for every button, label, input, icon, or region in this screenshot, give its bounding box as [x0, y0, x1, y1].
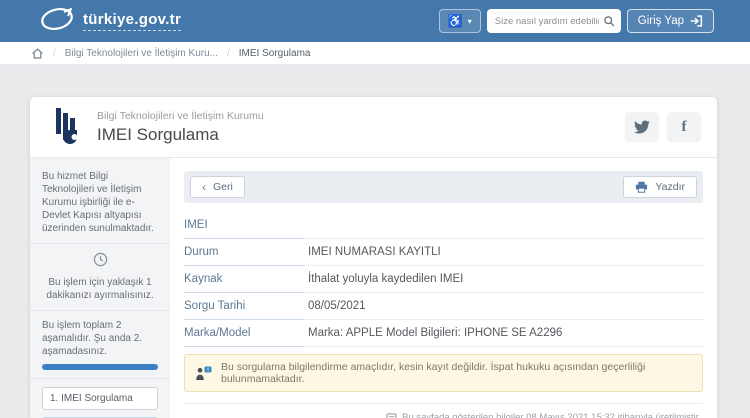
chevron-down-icon: ▾ — [467, 16, 472, 26]
breadcrumb-separator: / — [227, 47, 230, 59]
twitter-icon — [634, 120, 650, 134]
btk-agency-logo — [54, 104, 84, 151]
row-value: 08/05/2021 — [304, 293, 703, 320]
row-value: İthalat yoluyla kaydedilen IMEI — [304, 266, 703, 293]
table-row: IMEI — [184, 212, 703, 239]
document-icon — [386, 412, 397, 418]
row-value: IMEI NUMARASI KAYITLI — [304, 239, 703, 266]
breadcrumb-separator: / — [53, 47, 56, 59]
table-row: Marka/Model Marka: APPLE Model Bilgileri… — [184, 320, 703, 347]
step-1-imei-sorgulama[interactable]: 1. IMEI Sorgulama — [42, 387, 158, 410]
svg-text:!: ! — [207, 367, 209, 373]
search-icon[interactable] — [603, 15, 615, 27]
accessibility-menu-button[interactable]: ♿ ▾ — [438, 9, 481, 33]
row-label: Marka/Model — [184, 320, 304, 347]
row-label: Sorgu Tarihi — [184, 293, 304, 320]
login-button[interactable]: Giriş Yap — [626, 9, 714, 33]
print-button-label: Yazdır — [655, 181, 685, 193]
service-card-header: Bilgi Teknolojileri ve İletişim Kurumu I… — [30, 97, 717, 158]
duration-info-text: Bu işlem için yaklaşık 1 dakikanızı ayır… — [46, 277, 154, 301]
clock-icon — [93, 252, 108, 267]
login-arrow-icon — [690, 15, 703, 27]
row-label: IMEI — [184, 212, 304, 239]
sidebar-divider — [30, 378, 170, 379]
search-input[interactable] — [494, 15, 599, 27]
sidebar-divider — [30, 243, 170, 244]
share-twitter-button[interactable] — [625, 112, 659, 142]
table-row: Durum IMEI NUMARASI KAYITLI — [184, 239, 703, 266]
row-value: Marka: APPLE Model Bilgileri: IPHONE SE … — [304, 320, 703, 347]
share-facebook-button[interactable]: f — [667, 112, 701, 142]
home-icon[interactable] — [31, 47, 44, 60]
steps-info-text: Bu işlem toplam 2 aşamalıdır. Şu anda 2.… — [42, 320, 143, 357]
breadcrumb-current: IMEI Sorgulama — [238, 47, 311, 59]
turkiye-gov-logo[interactable]: türkiye.gov.tr — [40, 6, 182, 37]
facebook-icon: f — [681, 118, 687, 135]
service-sidebar: Bu hizmet Bilgi Teknolojileri ve İletişi… — [30, 158, 170, 418]
disclaimer-notice: ! Bu sorgulama bilgilendirme amaçlıdır, … — [184, 354, 703, 392]
disclaimer-text: Bu sorgulama bilgilendirme amaçlıdır, ke… — [221, 361, 646, 385]
help-search-box — [486, 9, 621, 33]
page-title: IMEI Sorgulama — [97, 124, 219, 144]
row-label: Kaynak — [184, 266, 304, 293]
top-header: türkiye.gov.tr ♿ ▾ Giriş Yap — [0, 0, 750, 42]
table-row: Sorgu Tarihi 08/05/2021 — [184, 293, 703, 320]
service-card: Bilgi Teknolojileri ve İletişim Kurumu I… — [30, 97, 717, 418]
back-button-label: Geri — [213, 181, 233, 193]
progress-bar — [42, 364, 158, 370]
table-row: Kaynak İthalat yoluyla kaydedilen IMEI — [184, 266, 703, 293]
chevron-left-icon: ‹ — [202, 180, 206, 194]
person-alert-icon: ! — [195, 366, 212, 381]
service-info-text: Bu hizmet Bilgi Teknolojileri ve İletişi… — [42, 171, 154, 234]
result-panel: ‹ Geri Yazdır IMEI Durum IMEI NUMARASI K… — [170, 158, 717, 418]
generated-info: Bu sayfada gösterilen bilgiler 08 Mayıs … — [184, 403, 703, 418]
agency-name: Bilgi Teknolojileri ve İletişim Kurumu — [97, 109, 264, 122]
progress-bar-fill — [42, 364, 158, 370]
result-toolbar: ‹ Geri Yazdır — [184, 171, 703, 203]
row-label: Durum — [184, 239, 304, 266]
printer-icon — [635, 181, 648, 193]
breadcrumb: / Bilgi Teknolojileri ve İletişim Kuru..… — [0, 42, 750, 65]
back-button[interactable]: ‹ Geri — [190, 176, 245, 198]
generated-info-text: Bu sayfada gösterilen bilgiler 08 Mayıs … — [402, 412, 701, 418]
sidebar-divider — [30, 310, 170, 311]
edevlet-swoosh-icon — [40, 6, 76, 37]
breadcrumb-parent-link[interactable]: Bilgi Teknolojileri ve İletişim Kuru... — [65, 48, 218, 59]
login-button-label: Giriş Yap — [637, 15, 684, 27]
result-table: IMEI Durum IMEI NUMARASI KAYITLI Kaynak … — [184, 212, 703, 347]
logo-wordmark: türkiye.gov.tr — [83, 11, 182, 31]
accessibility-icon: ♿ — [447, 14, 463, 28]
row-value — [304, 212, 703, 239]
print-button[interactable]: Yazdır — [623, 176, 697, 198]
